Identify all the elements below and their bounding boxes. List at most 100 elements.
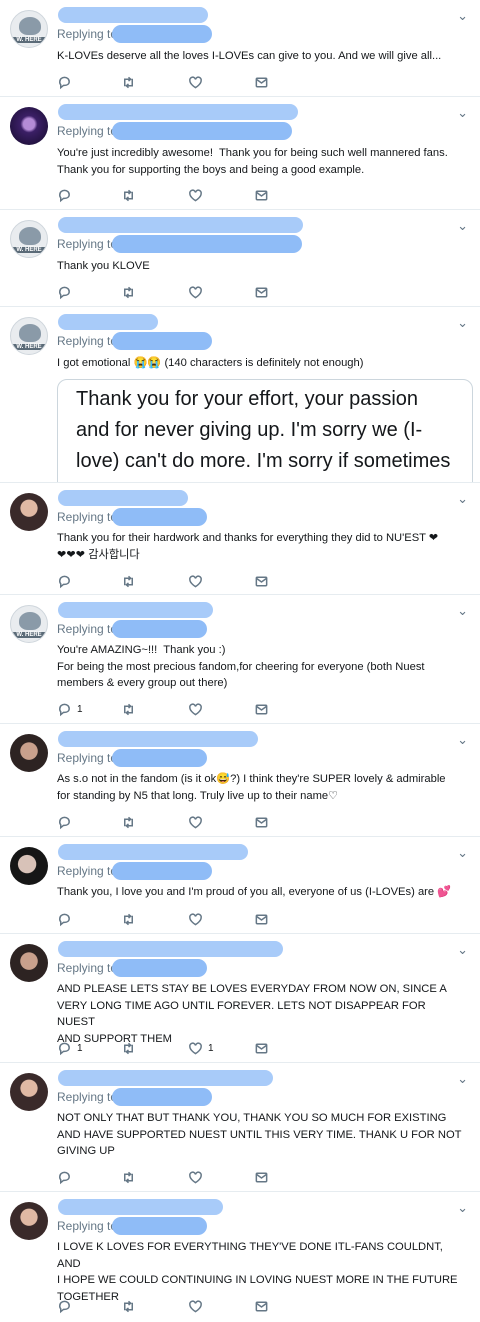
redacted-name	[58, 104, 298, 120]
retweet-icon[interactable]	[121, 701, 136, 717]
chevron-down-icon[interactable]: ⌄	[457, 1071, 468, 1087]
retweet-icon[interactable]	[121, 74, 136, 90]
replying-to-label: Replying to	[57, 961, 118, 975]
tweet[interactable]: ⌄ Replying to Thank you, I love you and …	[0, 837, 480, 934]
avatar[interactable]	[10, 847, 48, 885]
chevron-down-icon[interactable]: ⌄	[457, 218, 468, 234]
like-icon[interactable]	[188, 573, 208, 589]
like-icon[interactable]	[188, 814, 208, 830]
redacted-handle[interactable]	[112, 862, 212, 880]
chevron-down-icon[interactable]: ⌄	[457, 1200, 468, 1216]
redacted-handle[interactable]	[112, 508, 207, 526]
avatar[interactable]: W. HERE	[10, 317, 48, 355]
message-icon[interactable]	[254, 911, 269, 927]
message-icon[interactable]	[254, 74, 269, 90]
tweet[interactable]: ⌄ Replying to NOT ONLY THAT BUT THANK YO…	[0, 1063, 480, 1192]
reply-thread: W. HERE ⌄ Replying to K-LOVEs deserve al…	[0, 0, 480, 1322]
chevron-down-icon[interactable]: ⌄	[457, 732, 468, 748]
replying-to-label: Replying to	[57, 27, 118, 41]
retweet-icon[interactable]	[121, 187, 136, 203]
reply-icon[interactable]	[57, 911, 77, 927]
reply-icon[interactable]	[57, 187, 77, 203]
avatar[interactable]	[10, 107, 48, 145]
reply-icon[interactable]	[57, 814, 77, 830]
avatar[interactable]: W. HERE	[10, 220, 48, 258]
reply-icon[interactable]	[57, 74, 77, 90]
redacted-handle[interactable]	[112, 959, 207, 977]
message-icon[interactable]	[254, 573, 269, 589]
message-icon[interactable]	[254, 187, 269, 203]
message-icon[interactable]	[254, 1040, 269, 1056]
tweet-actions	[57, 187, 287, 203]
tweet-text: NOT ONLY THAT BUT THANK YOU, THANK YOU S…	[57, 1112, 462, 1157]
tweet[interactable]: ⌄ Replying to As s.o not in the fandom (…	[0, 724, 480, 837]
redacted-handle[interactable]	[112, 620, 207, 638]
tweet-actions	[57, 573, 287, 589]
tweet-actions	[57, 74, 287, 90]
chevron-down-icon[interactable]: ⌄	[457, 603, 468, 619]
quoted-text-card[interactable]: Thank you for your effort, your passion …	[57, 379, 473, 482]
chevron-down-icon[interactable]: ⌄	[457, 942, 468, 958]
like-icon[interactable]	[188, 1169, 208, 1185]
avatar[interactable]: W. HERE	[10, 605, 48, 643]
avatar[interactable]: W. HERE	[10, 10, 48, 48]
chevron-down-icon[interactable]: ⌄	[457, 315, 468, 331]
chevron-down-icon[interactable]: ⌄	[457, 845, 468, 861]
like-icon[interactable]	[188, 1298, 208, 1314]
like-icon[interactable]: 1	[188, 1040, 214, 1056]
message-icon[interactable]	[254, 284, 269, 300]
retweet-icon[interactable]	[121, 1040, 136, 1056]
like-icon[interactable]	[188, 74, 208, 90]
tweet[interactable]: ⌄ Replying to Thank you for their hardwo…	[0, 482, 480, 595]
redacted-handle[interactable]	[112, 1088, 212, 1106]
avatar[interactable]	[10, 1073, 48, 1111]
like-icon[interactable]	[188, 911, 208, 927]
tweet[interactable]: W. HERE ⌄ Replying to You're AMAZING~!!!…	[0, 595, 480, 724]
message-icon[interactable]	[254, 814, 269, 830]
reply-icon[interactable]: 1	[57, 701, 83, 717]
tweet[interactable]: ⌄ Replying to I LOVE K LOVES FOR EVERYTH…	[0, 1192, 480, 1322]
tweet[interactable]: W. HERE ⌄ Replying to Thank you KLOVE	[0, 210, 480, 307]
avatar[interactable]	[10, 493, 48, 531]
tweet-text: You're AMAZING~!!! Thank you :) For bein…	[57, 644, 425, 689]
message-icon[interactable]	[254, 701, 269, 717]
message-icon[interactable]	[254, 1298, 269, 1314]
message-icon[interactable]	[254, 1169, 269, 1185]
like-count: 1	[208, 1042, 214, 1054]
like-icon[interactable]	[188, 701, 208, 717]
retweet-icon[interactable]	[121, 814, 136, 830]
like-icon[interactable]	[188, 284, 208, 300]
replying-to-label: Replying to	[57, 334, 118, 348]
tweet[interactable]: ⌄ Replying to You're just incredibly awe…	[0, 97, 480, 210]
reply-icon[interactable]	[57, 1169, 77, 1185]
retweet-icon[interactable]	[121, 1169, 136, 1185]
avatar[interactable]	[10, 944, 48, 982]
redacted-handle[interactable]	[112, 235, 302, 253]
tweet[interactable]: W. HERE ⌄ Replying to I got emotional 😭😭…	[0, 307, 480, 482]
reply-icon[interactable]: 1	[57, 1040, 83, 1056]
tweet[interactable]: ⌄ Replying to AND PLEASE LETS STAY BE LO…	[0, 934, 480, 1063]
retweet-icon[interactable]	[121, 911, 136, 927]
replying-to-label: Replying to	[57, 622, 118, 636]
tweet[interactable]: W. HERE ⌄ Replying to K-LOVEs deserve al…	[0, 0, 480, 97]
retweet-icon[interactable]	[121, 284, 136, 300]
redacted-handle[interactable]	[112, 749, 207, 767]
chevron-down-icon[interactable]: ⌄	[457, 105, 468, 121]
chevron-down-icon[interactable]: ⌄	[457, 8, 468, 24]
reply-icon[interactable]	[57, 1298, 77, 1314]
redacted-name	[58, 314, 158, 330]
retweet-icon[interactable]	[121, 1298, 136, 1314]
avatar[interactable]	[10, 734, 48, 772]
chevron-down-icon[interactable]: ⌄	[457, 491, 468, 507]
redacted-handle[interactable]	[112, 122, 292, 140]
reply-icon[interactable]	[57, 284, 77, 300]
redacted-name	[58, 731, 258, 747]
tweet-actions	[57, 1298, 287, 1314]
avatar[interactable]	[10, 1202, 48, 1240]
like-icon[interactable]	[188, 187, 208, 203]
redacted-handle[interactable]	[112, 25, 212, 43]
redacted-handle[interactable]	[112, 332, 212, 350]
retweet-icon[interactable]	[121, 573, 136, 589]
redacted-handle[interactable]	[112, 1217, 207, 1235]
reply-icon[interactable]	[57, 573, 77, 589]
